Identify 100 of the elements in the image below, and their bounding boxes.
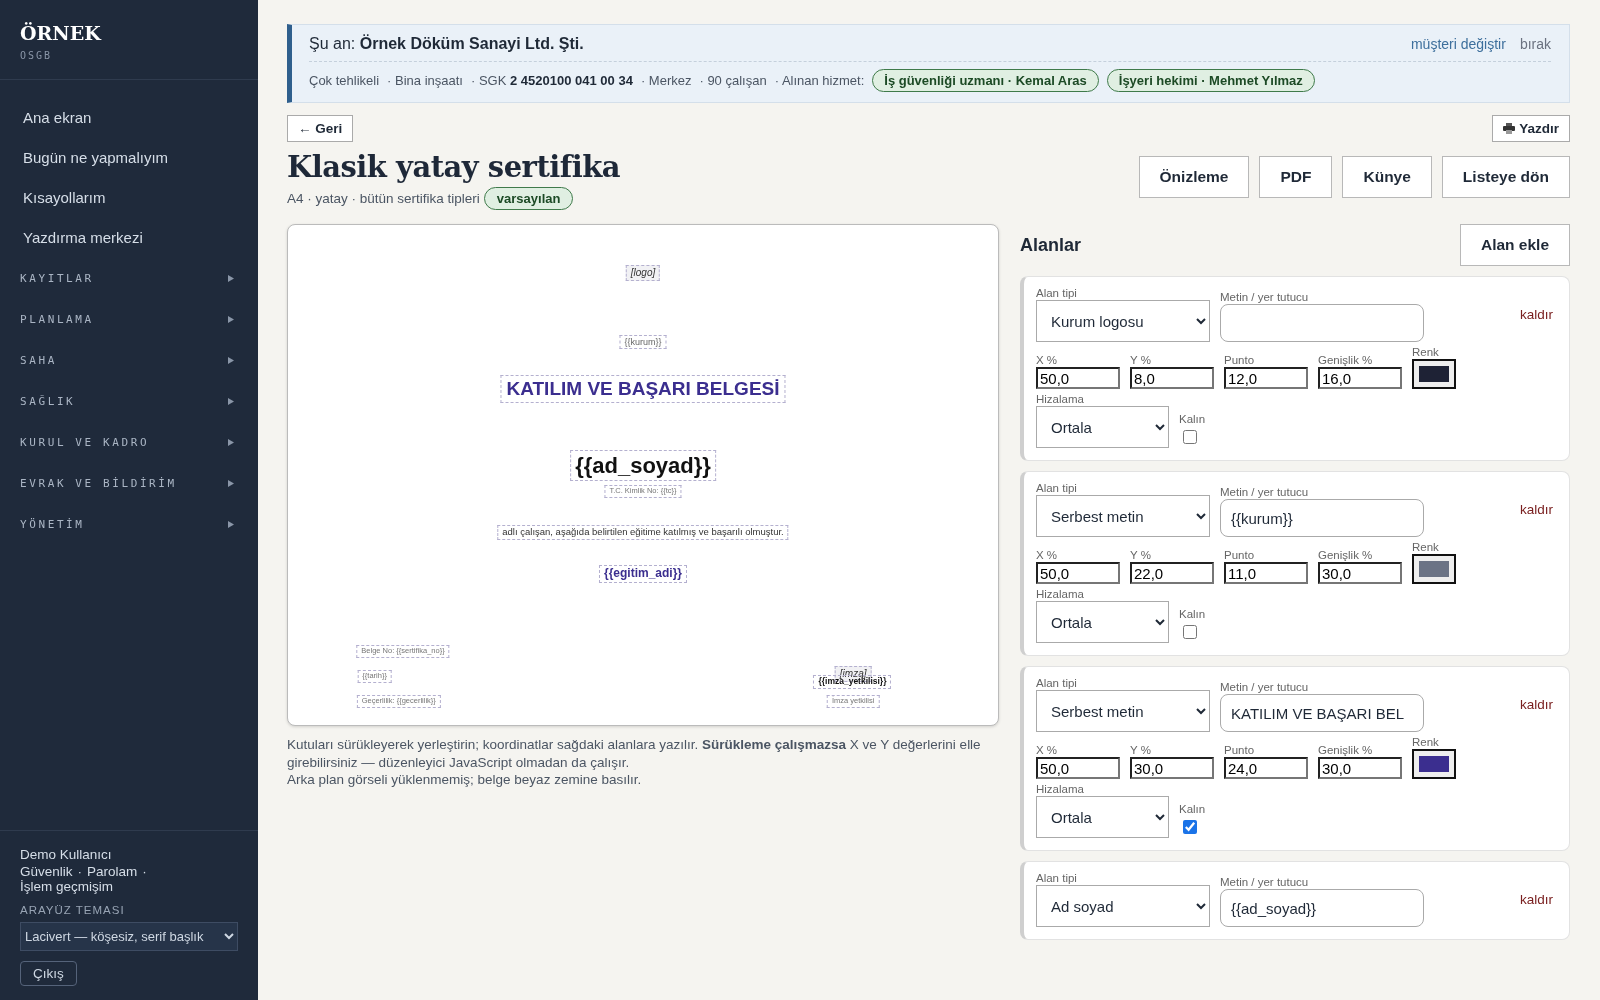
bold-checkbox[interactable] bbox=[1183, 430, 1197, 444]
banner-link[interactable]: müşteri değiştir bbox=[1410, 36, 1506, 52]
page-title: Klasik yatay sertifika bbox=[287, 150, 621, 184]
field-label: Y % bbox=[1130, 744, 1151, 756]
remove-link[interactable]: kaldır bbox=[1520, 697, 1553, 712]
color-picker[interactable] bbox=[1412, 554, 1456, 584]
certificate-field[interactable]: [logo] bbox=[625, 265, 661, 281]
field-label: Punto bbox=[1224, 549, 1255, 561]
field-label: Genişlik % bbox=[1318, 744, 1373, 756]
field-label: Renk bbox=[1412, 346, 1439, 358]
caret-icon bbox=[228, 439, 234, 446]
account-link[interactable]: İşlem geçmişim bbox=[20, 879, 113, 894]
field-label: Renk bbox=[1412, 541, 1439, 553]
number-field[interactable]: 8,0 bbox=[1130, 367, 1214, 389]
field-label: X % bbox=[1036, 549, 1058, 561]
text-field[interactable] bbox=[1220, 304, 1424, 342]
client-info: · Merkez bbox=[640, 73, 692, 88]
remove-link[interactable]: kaldır bbox=[1520, 502, 1553, 517]
caret-icon bbox=[228, 357, 234, 364]
number-field[interactable]: 12,0 bbox=[1224, 367, 1308, 389]
nav-link[interactable]: Yazdırma merkezi bbox=[0, 218, 258, 258]
number-field[interactable]: 16,0 bbox=[1318, 367, 1402, 389]
field-label: Renk bbox=[1412, 736, 1439, 748]
current-client: Şu an: Örnek Döküm Sanayi Ltd. Şti. bbox=[309, 35, 584, 53]
number-field[interactable]: 11,0 bbox=[1224, 562, 1308, 584]
number-field[interactable]: 30,0 bbox=[1318, 757, 1402, 779]
nav-section[interactable]: SAHA bbox=[0, 340, 258, 381]
alignment-select[interactable]: Ortala bbox=[1036, 796, 1169, 838]
theme-label: ARAYÜZ TEMASI bbox=[20, 904, 125, 916]
certificate-field[interactable]: {{ad_soyad}} bbox=[570, 450, 716, 482]
field-label: Metin / yer tutucu bbox=[1220, 291, 1309, 303]
nav-section[interactable]: YÖNETİM bbox=[0, 504, 258, 545]
field-label: Kalın bbox=[1179, 608, 1206, 620]
number-field[interactable]: 30,0 bbox=[1318, 562, 1402, 584]
field-label: Y % bbox=[1130, 549, 1151, 561]
certificate-field[interactable]: {{kurum}} bbox=[619, 335, 667, 350]
print-button[interactable]: Yazdır bbox=[1492, 115, 1570, 142]
number-field[interactable]: 24,0 bbox=[1224, 757, 1308, 779]
field-label: Metin / yer tutucu bbox=[1220, 681, 1309, 693]
field-label: Alan tipi bbox=[1036, 287, 1077, 299]
number-field[interactable]: 50,0 bbox=[1036, 367, 1120, 389]
printer-icon bbox=[1503, 123, 1516, 134]
add-field-button[interactable]: Alan ekle bbox=[1459, 224, 1570, 266]
bold-checkbox[interactable] bbox=[1183, 625, 1197, 639]
certificate-field[interactable]: {{egitim_adi}} bbox=[599, 565, 687, 583]
number-field[interactable]: 50,0 bbox=[1036, 562, 1120, 584]
field-label: Hizalama bbox=[1036, 393, 1084, 405]
text-field[interactable]: KATILIM VE BAŞARI BEL bbox=[1220, 694, 1424, 732]
nav-section[interactable]: EVRAK VE BİLDİRİM bbox=[0, 463, 258, 504]
alignment-select[interactable]: Ortala bbox=[1036, 601, 1169, 643]
number-field[interactable]: 30,0 bbox=[1130, 757, 1214, 779]
action-button[interactable]: Önizleme bbox=[1138, 156, 1250, 198]
nav-link[interactable]: Kısayollarım bbox=[0, 178, 258, 218]
service-chip: İşyeri hekimi · Mehmet Yılmaz bbox=[1106, 69, 1315, 92]
logout-button[interactable]: Çıkış bbox=[20, 961, 77, 986]
client-info: Çok tehlikeli bbox=[309, 73, 380, 88]
caret-icon bbox=[228, 480, 234, 487]
field-type-select[interactable]: Ad soyad bbox=[1036, 885, 1210, 927]
account-link[interactable]: Güvenlik bbox=[20, 864, 73, 879]
text-field[interactable]: {{ad_soyad}} bbox=[1220, 889, 1424, 927]
alignment-select[interactable]: Ortala bbox=[1036, 406, 1169, 448]
text-field[interactable]: {{kurum}} bbox=[1220, 499, 1424, 537]
number-field[interactable]: 50,0 bbox=[1036, 757, 1120, 779]
field-label: X % bbox=[1036, 744, 1058, 756]
nav-link[interactable]: Ana ekran bbox=[0, 98, 258, 138]
action-button[interactable]: PDF bbox=[1259, 156, 1333, 198]
remove-link[interactable]: kaldır bbox=[1520, 892, 1553, 907]
field-label: Punto bbox=[1224, 354, 1255, 366]
theme-select[interactable]: Lacivert — köşesiz, serif başlık bbox=[20, 922, 238, 951]
client-info: · Bina inşaatı bbox=[387, 73, 463, 88]
default-badge: varsayılan bbox=[483, 187, 574, 210]
field-label: Genişlik % bbox=[1318, 354, 1373, 366]
color-picker[interactable] bbox=[1412, 359, 1456, 389]
banner-link[interactable]: bırak bbox=[1519, 36, 1551, 52]
caret-icon bbox=[228, 316, 234, 323]
action-button[interactable]: Listeye dön bbox=[1441, 156, 1570, 198]
color-picker[interactable] bbox=[1412, 749, 1456, 779]
field-type-select[interactable]: Serbest metin bbox=[1036, 690, 1210, 732]
certificate-field[interactable]: KATILIM VE BAŞARI BELGESİ bbox=[500, 375, 786, 403]
field-label: Metin / yer tutucu bbox=[1220, 486, 1309, 498]
bold-checkbox[interactable] bbox=[1183, 820, 1197, 834]
nav-section[interactable]: SAĞLIK bbox=[0, 381, 258, 422]
page-subtitle: A4 · yatay · bütün sertifika tipleri bbox=[287, 191, 480, 206]
account-link[interactable]: Parolam bbox=[87, 864, 138, 879]
field-label: Hizalama bbox=[1036, 588, 1084, 600]
nav-section[interactable]: KURUL VE KADRO bbox=[0, 422, 258, 463]
client-info: · SGK 2 4520100 041 00 34 bbox=[470, 73, 633, 88]
field-type-select[interactable]: Serbest metin bbox=[1036, 495, 1210, 537]
certificate-field[interactable]: adlı çalışan, aşağıda belirtilen eğitime katılmış ve başarılı olmuştur. bbox=[497, 525, 789, 540]
service-chip: İş güvenliği uzmanı · Kemal Aras bbox=[872, 69, 1099, 92]
back-button[interactable]: ← Geri bbox=[287, 115, 354, 142]
action-button[interactable]: Künye bbox=[1342, 156, 1432, 198]
brand-name: ÖRNEK bbox=[20, 22, 103, 44]
remove-link[interactable]: kaldır bbox=[1520, 307, 1553, 322]
nav-link[interactable]: Bugün ne yapmalıyım bbox=[0, 138, 258, 178]
number-field[interactable]: 22,0 bbox=[1130, 562, 1214, 584]
field-type-select[interactable]: Kurum logosu bbox=[1036, 300, 1210, 342]
nav-section[interactable]: KAYITLAR bbox=[0, 258, 258, 299]
field-label: Alan tipi bbox=[1036, 482, 1077, 494]
nav-section[interactable]: PLANLAMA bbox=[0, 299, 258, 340]
